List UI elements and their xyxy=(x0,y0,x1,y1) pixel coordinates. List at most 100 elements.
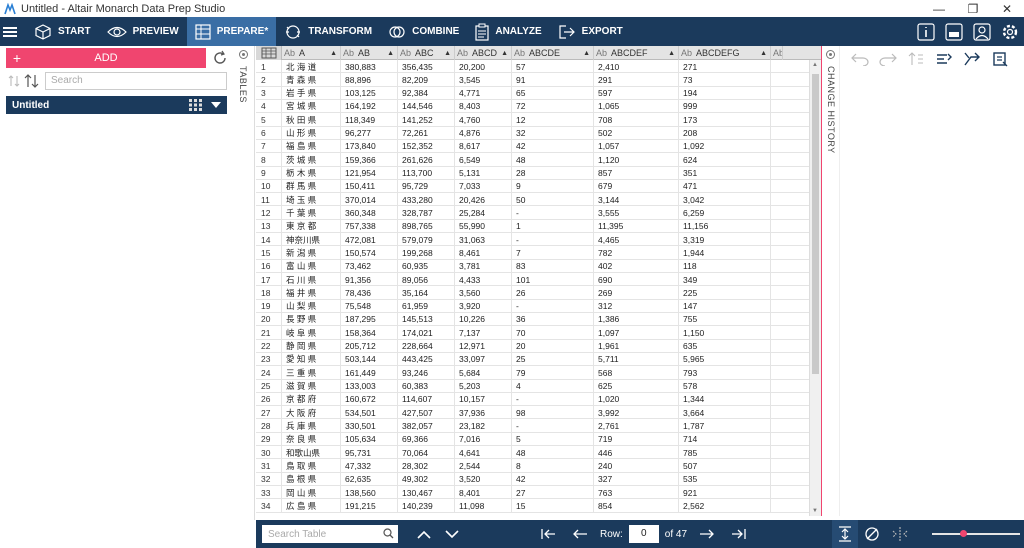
collapse-columns-button[interactable] xyxy=(886,527,914,541)
tab-transform[interactable]: TRANSFORM xyxy=(276,17,380,46)
column-sort-icon[interactable]: ▲ xyxy=(668,50,675,57)
table-cell[interactable]: 857 xyxy=(594,166,679,180)
table-cell[interactable]: 312 xyxy=(594,299,679,313)
table-row[interactable]: 11 埼 玉 県 370,014 433,280 20,426 50 3,144 3,042 xyxy=(256,193,821,207)
column-sort-icon[interactable]: ▲ xyxy=(760,50,767,57)
table-cell[interactable]: 岐 阜 県 xyxy=(282,326,341,340)
table-cell[interactable]: 岩 手 県 xyxy=(282,86,341,100)
table-cell[interactable]: 11,395 xyxy=(594,219,679,233)
table-cell[interactable]: 755 xyxy=(679,312,771,326)
table-cell[interactable]: 113,700 xyxy=(398,166,455,180)
table-row[interactable]: 13 東 京 都 757,338 898,765 55,990 1 11,395 11,156 xyxy=(256,219,821,234)
table-cell[interactable]: 105,634 xyxy=(341,432,398,446)
table-cell[interactable]: 青 森 県 xyxy=(282,73,341,87)
table-cell[interactable]: 茨 城 県 xyxy=(282,153,341,167)
table-cell[interactable]: 199,268 xyxy=(398,246,455,260)
table-cell[interactable]: 854 xyxy=(594,499,679,513)
table-cell[interactable]: 443,425 xyxy=(398,352,455,366)
table-row[interactable]: 24 三 重 県 161,449 93,246 5,684 79 568 793 xyxy=(256,366,821,380)
table-cell[interactable]: 568 xyxy=(594,366,679,380)
table-cell[interactable]: 356,435 xyxy=(398,60,455,73)
table-cell[interactable]: 88,896 xyxy=(341,73,398,87)
zoom-slider[interactable] xyxy=(932,520,1020,548)
table-cell[interactable]: - xyxy=(512,419,594,433)
table-cell[interactable]: 京 都 府 xyxy=(282,392,341,406)
table-cell[interactable]: 秋 田 県 xyxy=(282,113,341,127)
table-cell[interactable]: 719 xyxy=(594,432,679,446)
apply-changes-button[interactable] xyxy=(934,49,954,69)
table-cell[interactable]: 578 xyxy=(679,379,771,393)
table-cell[interactable]: 7,137 xyxy=(455,326,512,340)
table-cell[interactable]: 261,626 xyxy=(398,153,455,167)
table-cell[interactable]: 708 xyxy=(594,113,679,127)
table-cell[interactable]: 37,936 xyxy=(455,406,512,420)
table-cell[interactable]: 兵 庫 県 xyxy=(282,419,341,433)
table-cell[interactable]: 31,063 xyxy=(455,233,512,247)
table-cell[interactable]: 62,635 xyxy=(341,472,398,486)
table-cell[interactable]: 173,840 xyxy=(341,139,398,153)
table-cell[interactable]: 4,433 xyxy=(455,273,512,286)
table-cell[interactable]: - xyxy=(512,206,594,220)
script-button[interactable] xyxy=(990,49,1010,69)
table-cell[interactable]: 奈 良 県 xyxy=(282,432,341,446)
column-header[interactable]: Ab A ▲ xyxy=(282,46,341,60)
column-header[interactable]: Ab ABCDEFG ▲ xyxy=(679,46,771,60)
column-header[interactable]: Ab AB ▲ xyxy=(341,46,398,60)
column-header[interactable]: Ab ABCDE ▲ xyxy=(512,46,594,60)
table-cell[interactable]: 42 xyxy=(512,472,594,486)
table-row[interactable]: 23 愛 知 県 503,144 443,425 33,097 25 5,711 5,965 xyxy=(256,352,821,367)
table-row[interactable]: 22 静 岡 県 205,712 228,664 12,971 20 1,961 635 xyxy=(256,339,821,353)
add-button[interactable]: + ADD xyxy=(6,48,206,68)
table-cell[interactable]: 35,164 xyxy=(398,286,455,300)
table-cell[interactable]: 150,574 xyxy=(341,246,398,260)
table-row[interactable]: 26 京 都 府 160,672 114,607 10,157-1,020 1,344 xyxy=(256,392,821,407)
table-cell[interactable]: 8,403 xyxy=(455,99,512,113)
table-cell[interactable]: 446 xyxy=(594,446,679,460)
column-sort-icon[interactable]: ▲ xyxy=(583,50,590,57)
table-cell[interactable]: 225 xyxy=(679,286,771,300)
info-button[interactable] xyxy=(912,17,940,46)
table-cell[interactable]: 60,383 xyxy=(398,379,455,393)
table-cell[interactable]: 472,081 xyxy=(341,233,398,247)
table-cell[interactable]: 534,501 xyxy=(341,406,398,420)
table-cell[interactable]: 8 xyxy=(512,459,594,473)
table-cell[interactable]: 898,765 xyxy=(398,219,455,233)
table-cell[interactable]: 328,787 xyxy=(398,206,455,220)
table-cell[interactable]: 3,664 xyxy=(679,406,771,420)
fit-rows-button[interactable] xyxy=(832,520,858,548)
next-row-button[interactable] xyxy=(693,528,721,540)
table-row[interactable]: 21 岐 阜 県 158,364 174,021 7,137 70 1,097 1,150 xyxy=(256,326,821,340)
table-cell[interactable]: 滋 賀 県 xyxy=(282,379,341,393)
column-header[interactable]: Ab ABCD ▲ xyxy=(455,46,512,60)
column-sort-icon[interactable]: ▲ xyxy=(330,50,337,57)
previous-row-button[interactable] xyxy=(566,528,594,540)
table-cell[interactable]: 161,449 xyxy=(341,366,398,380)
column-sort-icon[interactable]: ▲ xyxy=(387,50,394,57)
table-cell[interactable]: 10,157 xyxy=(455,392,512,406)
table-cell[interactable]: 2,761 xyxy=(594,419,679,433)
table-cell[interactable]: 12,971 xyxy=(455,339,512,353)
table-cell[interactable]: 11,098 xyxy=(455,499,512,513)
table-cell[interactable]: 33,097 xyxy=(455,352,512,366)
table-cell[interactable]: 121,954 xyxy=(341,166,398,180)
tab-prepare[interactable]: PREPARE* xyxy=(186,17,277,46)
table-cell[interactable]: 28,302 xyxy=(398,459,455,473)
table-cell[interactable]: 159,366 xyxy=(341,153,398,167)
table-cell[interactable]: 48 xyxy=(512,446,594,460)
table-row[interactable]: 17 石 川 県 91,356 89,056 4,433 101 690 349 xyxy=(256,273,821,287)
table-cell[interactable]: 360,348 xyxy=(341,206,398,220)
table-cell[interactable]: 福 島 県 xyxy=(282,139,341,153)
table-cell[interactable]: 5,711 xyxy=(594,352,679,366)
first-row-button[interactable] xyxy=(534,528,562,540)
table-row[interactable]: 15 新 潟 県 150,574 199,268 8,461 7 782 1,944 xyxy=(256,246,821,260)
table-cell[interactable]: - xyxy=(512,233,594,247)
table-cell[interactable]: 23,182 xyxy=(455,419,512,433)
table-cell[interactable]: 433,280 xyxy=(398,193,455,207)
table-cell[interactable]: 118,349 xyxy=(341,113,398,127)
table-row[interactable]: 10 群 馬 県 150,411 95,729 7,033 9 679 471 xyxy=(256,179,821,194)
table-cell[interactable]: 20 xyxy=(512,339,594,353)
table-cell[interactable]: - xyxy=(512,299,594,313)
tab-combine[interactable]: COMBINE xyxy=(380,17,467,46)
column-header[interactable]: Ab ABC ▲ xyxy=(398,46,455,60)
table-row[interactable]: 31 鳥 取 県 47,332 28,302 2,544 8 240 507 xyxy=(256,459,821,473)
